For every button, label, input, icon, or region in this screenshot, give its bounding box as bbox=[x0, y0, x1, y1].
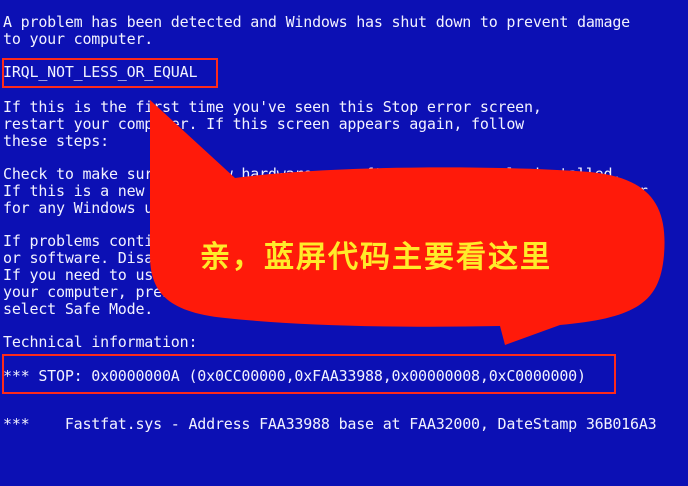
stop-code-highlight-box bbox=[2, 354, 616, 394]
bsod-line: to your computer. bbox=[3, 30, 154, 48]
technical-info-heading: Technical information: bbox=[3, 333, 198, 351]
bsod-line: Check to make sure any new hardware or s… bbox=[3, 165, 622, 183]
callout-text: 亲，蓝屏代码主要看这里 bbox=[200, 240, 552, 275]
bsod-line: your computer, press F8 to select Advanc… bbox=[3, 283, 604, 301]
bsod-line: A problem has been detected and Windows … bbox=[3, 13, 630, 31]
bsod-line: restart your computer. If this screen ap… bbox=[3, 115, 525, 133]
bsod-line: these steps: bbox=[3, 132, 109, 150]
error-code-highlight-box bbox=[2, 58, 218, 88]
bsod-line: select Safe Mode. bbox=[3, 300, 154, 318]
bsod-line: If this is a new installation, ask your … bbox=[3, 182, 648, 200]
bsod-line: If this is the first time you've seen th… bbox=[3, 98, 542, 116]
bsod-line: for any Windows updates you might need. bbox=[3, 199, 348, 217]
driver-info-line: *** Fastfat.sys - Address FAA33988 base … bbox=[3, 415, 657, 433]
